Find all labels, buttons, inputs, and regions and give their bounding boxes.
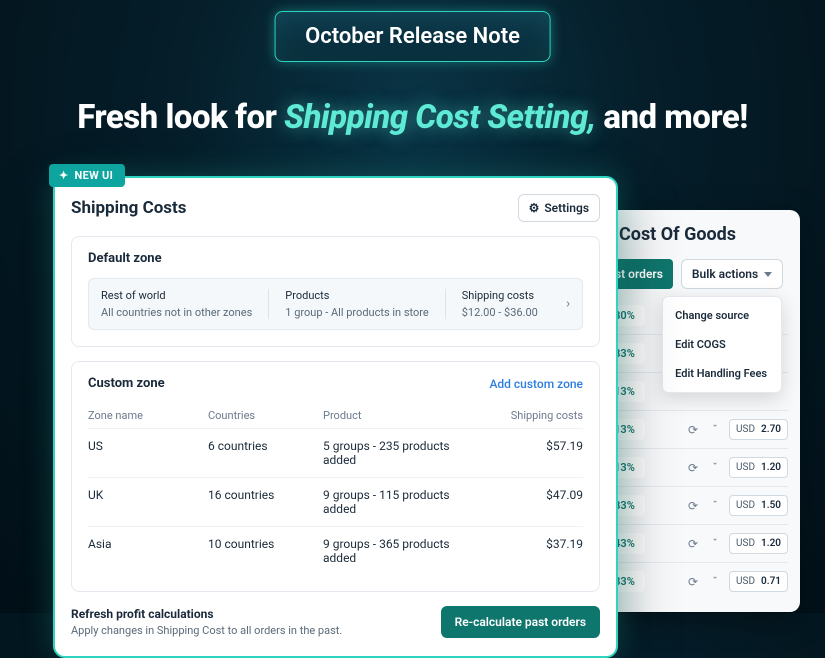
settings-label: Settings xyxy=(544,201,589,215)
new-ui-tag: ✦ NEW UI xyxy=(49,164,125,187)
currency-value: 2.70 xyxy=(761,424,781,435)
usd-chip[interactable]: USD 0.71 xyxy=(729,571,788,592)
recalculate-button[interactable]: Re-calculate past orders xyxy=(441,606,600,638)
default-zone-box: Default zone Rest of world All countries… xyxy=(71,236,600,347)
currency-label: USD xyxy=(736,424,755,435)
currency-label: USD xyxy=(736,538,755,549)
menu-edit-handling-fees[interactable]: Edit Handling Fees xyxy=(663,359,781,388)
currency-value: 1.50 xyxy=(761,500,781,511)
chevron-down-icon[interactable]: ˇ xyxy=(707,574,723,590)
menu-edit-cogs[interactable]: Edit COGS xyxy=(663,330,781,359)
headline: Fresh look for Shipping Cost Setting, an… xyxy=(77,98,748,137)
costs-value: $12.00 - $36.00 xyxy=(462,306,538,319)
usd-chip[interactable]: USD 1.20 xyxy=(729,533,788,554)
chevron-down-icon[interactable]: ˇ xyxy=(707,536,723,552)
default-zone-title: Default zone xyxy=(88,251,583,266)
usd-chip[interactable]: USD 1.50 xyxy=(729,495,788,516)
cell-cost: $57.19 xyxy=(483,439,583,467)
costs-label: Shipping costs xyxy=(462,289,538,302)
currency-label: USD xyxy=(736,500,755,511)
source-icon[interactable]: ⟳ xyxy=(685,460,701,476)
source-icon[interactable]: ⟳ xyxy=(685,422,701,438)
source-icon[interactable]: ⟳ xyxy=(685,536,701,552)
th-zone: Zone name xyxy=(88,409,208,422)
release-badge: October Release Note xyxy=(274,11,551,62)
cogs-panel: Cost Of Goods st orders Bulk actions Cha… xyxy=(605,210,800,612)
headline-post: and more! xyxy=(596,98,748,137)
bulk-actions-menu: Change source Edit COGS Edit Handling Fe… xyxy=(662,296,782,393)
default-zone-row[interactable]: Rest of world All countries not in other… xyxy=(88,278,583,330)
chevron-right-icon: › xyxy=(566,297,570,312)
table-row[interactable]: US 6 countries 5 groups - 235 products a… xyxy=(88,428,583,477)
chevron-down-icon[interactable]: ˇ xyxy=(707,460,723,476)
cell-product: 9 groups - 365 products added xyxy=(323,537,483,565)
refresh-title: Refresh profit calculations xyxy=(71,607,342,621)
cell-countries: 16 countries xyxy=(208,488,323,516)
th-countries: Countries xyxy=(208,409,323,422)
bulk-actions-label: Bulk actions xyxy=(692,267,758,281)
usd-chip[interactable]: USD 2.70 xyxy=(729,419,788,440)
currency-value: 0.71 xyxy=(761,576,781,587)
usd-chip[interactable]: USD 1.20 xyxy=(729,457,788,478)
new-ui-label: NEW UI xyxy=(75,169,114,182)
currency-value: 1.20 xyxy=(761,538,781,549)
menu-change-source[interactable]: Change source xyxy=(663,301,781,330)
cogs-title: Cost Of Goods xyxy=(605,224,788,245)
cell-zone: UK xyxy=(88,488,208,516)
row-label: Rest of world xyxy=(101,289,252,302)
th-cost: Shipping costs xyxy=(483,409,583,422)
cell-countries: 10 countries xyxy=(208,537,323,565)
table-header: Zone name Countries Product Shipping cos… xyxy=(88,403,583,428)
chevron-down-icon xyxy=(764,272,772,277)
table-row[interactable]: UK 16 countries 9 groups - 115 products … xyxy=(88,477,583,526)
cell-zone: US xyxy=(88,439,208,467)
cell-product: 5 groups - 235 products added xyxy=(323,439,483,467)
row-sub: All countries not in other zones xyxy=(101,306,252,319)
headline-emphasis: Shipping Cost Setting, xyxy=(284,98,596,137)
th-product: Product xyxy=(323,409,483,422)
source-icon[interactable]: ⟳ xyxy=(685,574,701,590)
cell-cost: $47.09 xyxy=(483,488,583,516)
add-custom-zone-link[interactable]: Add custom zone xyxy=(489,377,583,391)
gear-icon: ⚙ xyxy=(529,201,540,215)
refresh-sub: Apply changes in Shipping Cost to all or… xyxy=(71,624,342,637)
headline-pre: Fresh look for xyxy=(77,98,284,137)
refresh-row: Refresh profit calculations Apply change… xyxy=(71,606,600,638)
custom-zone-title: Custom zone xyxy=(88,376,165,391)
chevron-down-icon[interactable]: ˇ xyxy=(707,498,723,514)
settings-button[interactable]: ⚙ Settings xyxy=(518,194,600,222)
currency-label: USD xyxy=(736,462,755,473)
products-value: 1 group - All products in store xyxy=(285,306,428,319)
products-label: Products xyxy=(285,289,428,302)
cell-cost: $37.19 xyxy=(483,537,583,565)
sparkle-icon: ✦ xyxy=(59,169,69,182)
cell-countries: 6 countries xyxy=(208,439,323,467)
cell-product: 9 groups - 115 products added xyxy=(323,488,483,516)
currency-value: 1.20 xyxy=(761,462,781,473)
cell-zone: Asia xyxy=(88,537,208,565)
currency-label: USD xyxy=(736,576,755,587)
bulk-actions-button[interactable]: Bulk actions Change source Edit COGS Edi… xyxy=(681,259,783,289)
shipping-costs-card: ✦ NEW UI Shipping Costs ⚙ Settings Defau… xyxy=(53,176,618,658)
chevron-down-icon[interactable]: ˇ xyxy=(707,422,723,438)
card-title: Shipping Costs xyxy=(71,198,187,218)
table-row[interactable]: Asia 10 countries 9 groups - 365 product… xyxy=(88,526,583,575)
custom-zone-box: Custom zone Add custom zone Zone name Co… xyxy=(71,361,600,592)
source-icon[interactable]: ⟳ xyxy=(685,498,701,514)
